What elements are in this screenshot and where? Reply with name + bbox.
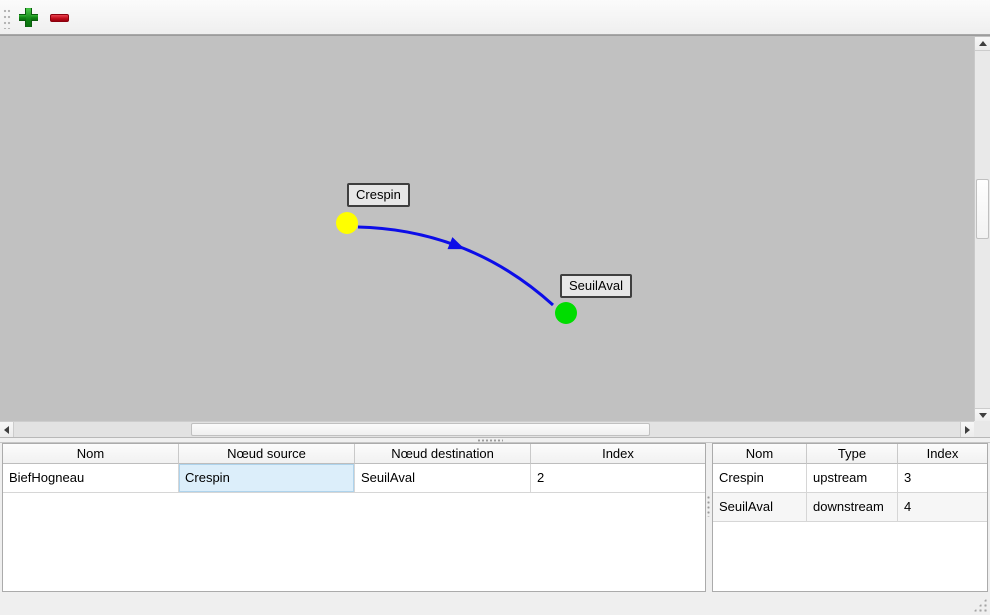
horizontal-scrollbar[interactable] [0, 421, 974, 437]
cell-noeud-source-selected[interactable]: Crespin [179, 464, 355, 493]
add-button[interactable] [16, 5, 41, 30]
remove-button[interactable] [47, 5, 72, 30]
table-row: SeuilAval downstream 4 [713, 493, 987, 522]
column-header-noeud-source[interactable]: Nœud source [179, 444, 355, 464]
scrollbar-corner [974, 421, 990, 437]
splitter-handle-icon [477, 439, 503, 442]
column-header-noeud-destination[interactable]: Nœud destination [355, 444, 531, 464]
cell-nom[interactable]: Crespin [713, 464, 807, 493]
node-label-crespin: Crespin [347, 183, 410, 207]
splitter-handle-icon [707, 495, 710, 517]
cell-type[interactable]: downstream [807, 493, 898, 522]
node-crespin[interactable] [336, 212, 358, 234]
horizontal-scrollbar-thumb[interactable] [191, 423, 650, 436]
scroll-down-button[interactable] [975, 408, 990, 422]
arrow-down-icon [979, 413, 987, 418]
toolbar-drag-handle[interactable] [3, 8, 11, 29]
cell-index[interactable]: 4 [898, 493, 987, 522]
node-seuilaval[interactable] [555, 302, 577, 324]
network-graph [0, 36, 974, 421]
arrow-left-icon [4, 426, 9, 434]
cell-nom[interactable]: BiefHogneau [3, 464, 179, 493]
scroll-up-button[interactable] [975, 37, 990, 51]
vertical-scrollbar-thumb[interactable] [976, 179, 989, 239]
resize-grip[interactable] [973, 598, 987, 612]
toolbar [0, 0, 990, 35]
column-header-index[interactable]: Index [531, 444, 705, 464]
cell-index[interactable]: 2 [531, 464, 705, 493]
minus-icon [50, 14, 69, 22]
cell-type[interactable]: upstream [807, 464, 898, 493]
nodes-table-header: Nom Type Index [713, 444, 987, 464]
plus-icon [19, 8, 38, 27]
cell-noeud-destination[interactable]: SeuilAval [355, 464, 531, 493]
edge-path[interactable] [358, 227, 553, 305]
table-row: BiefHogneau Crespin SeuilAval 2 [3, 464, 705, 493]
nodes-table: Nom Type Index Crespin upstream 3 SeuilA… [712, 443, 988, 592]
arrow-right-icon [965, 426, 970, 434]
column-header-type[interactable]: Type [807, 444, 898, 464]
scroll-left-button[interactable] [0, 422, 14, 437]
status-bar [0, 592, 990, 615]
edge-arrow-icon [448, 237, 468, 255]
scroll-right-button[interactable] [960, 422, 974, 437]
cell-nom[interactable]: SeuilAval [713, 493, 807, 522]
reaches-table-header: Nom Nœud source Nœud destination Index [3, 444, 705, 464]
node-label-seuilaval: SeuilAval [560, 274, 632, 298]
arrow-up-icon [979, 41, 987, 46]
column-header-nom[interactable]: Nom [3, 444, 179, 464]
table-row: Crespin upstream 3 [713, 464, 987, 493]
reaches-table: Nom Nœud source Nœud destination Index B… [2, 443, 706, 592]
cell-index[interactable]: 3 [898, 464, 987, 493]
column-header-index[interactable]: Index [898, 444, 987, 464]
graph-canvas[interactable]: Crespin SeuilAval [0, 35, 990, 437]
vertical-scrollbar[interactable] [974, 37, 990, 422]
column-header-nom[interactable]: Nom [713, 444, 807, 464]
